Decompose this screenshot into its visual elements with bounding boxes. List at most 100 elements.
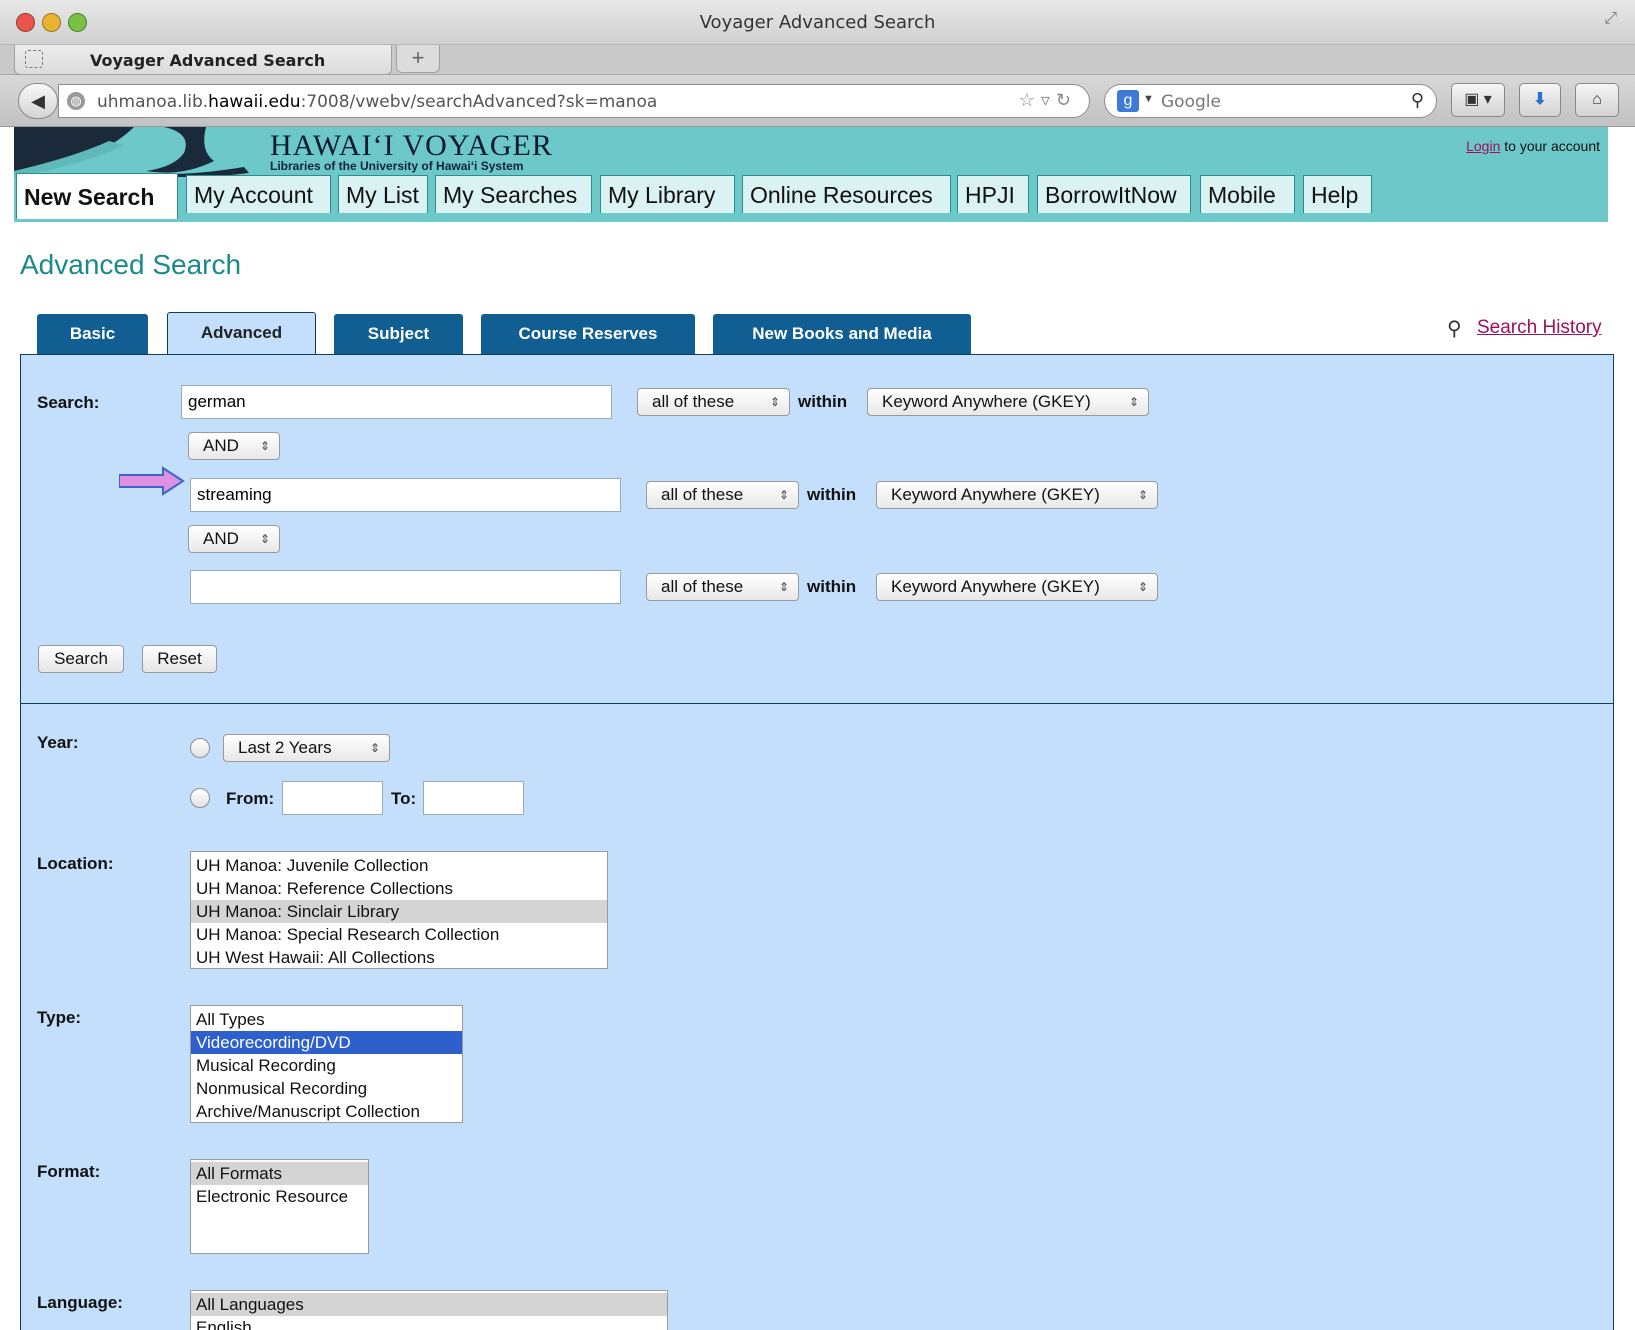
engine-dropdown-icon[interactable]: ▼ bbox=[1143, 93, 1154, 105]
list-item[interactable]: UH Manoa: Sinclair Library bbox=[191, 900, 607, 923]
year-label: Year: bbox=[37, 733, 79, 752]
search-button[interactable]: Search bbox=[38, 645, 124, 673]
tab-my-account[interactable]: My Account bbox=[186, 175, 331, 213]
type-listbox[interactable]: All Types Videorecording/DVD Musical Rec… bbox=[190, 1005, 463, 1123]
year-range-radio[interactable] bbox=[190, 788, 210, 808]
list-item[interactable]: All Formats bbox=[191, 1162, 368, 1185]
field-select-2[interactable]: Keyword Anywhere (GKEY) ⇕ bbox=[876, 481, 1158, 509]
login-suffix: to your account bbox=[1500, 138, 1600, 154]
bookmarks-icon: ▣ ▾ bbox=[1464, 91, 1492, 108]
search-history-icon[interactable]: ⚲ bbox=[1447, 316, 1462, 341]
list-item[interactable]: English bbox=[191, 1316, 667, 1330]
reload-icon[interactable]: ↻ bbox=[1056, 90, 1077, 110]
select-arrows-icon: ⇕ bbox=[1137, 580, 1148, 594]
window-title: Voyager Advanced Search bbox=[699, 12, 936, 33]
year-to-input[interactable] bbox=[423, 781, 524, 815]
tab-new-search[interactable]: New Search bbox=[16, 173, 178, 219]
match-select-3[interactable]: all of these ⇕ bbox=[646, 573, 799, 601]
header-divider bbox=[14, 219, 1608, 222]
year-preset-select[interactable]: Last 2 Years ⇕ bbox=[223, 734, 390, 762]
fullscreen-icon[interactable]: ⤢ bbox=[1604, 10, 1617, 28]
annotation-arrow-icon bbox=[119, 466, 185, 496]
field-select-1[interactable]: Keyword Anywhere (GKEY) ⇕ bbox=[867, 388, 1149, 416]
browser-tab[interactable]: Voyager Advanced Search bbox=[14, 45, 392, 75]
list-item[interactable]: UH Manoa: Special Research Collection bbox=[191, 923, 607, 946]
reset-button[interactable]: Reset bbox=[142, 645, 217, 673]
search-history-link[interactable]: Search History bbox=[1477, 317, 1602, 339]
year-to-label: To: bbox=[391, 789, 417, 808]
site-header: HAWAI‘I VOYAGER Libraries of the Univers… bbox=[14, 127, 1608, 221]
within-label-3: within bbox=[807, 577, 857, 596]
tab-borrowitnow[interactable]: BorrowItNow bbox=[1037, 175, 1191, 213]
within-label-1: within bbox=[798, 392, 848, 411]
tab-new-books-and-media[interactable]: New Books and Media bbox=[713, 314, 971, 354]
year-from-input[interactable] bbox=[282, 781, 383, 815]
list-item[interactable]: Archive/Manuscript Collection bbox=[191, 1100, 462, 1122]
select-arrows-icon: ⇕ bbox=[369, 741, 380, 755]
search-engine-bar[interactable]: g ▼ Google ⚲ bbox=[1104, 84, 1437, 118]
list-item[interactable]: UH Manoa: Juvenile Collection bbox=[191, 854, 607, 877]
page-title: Advanced Search bbox=[20, 249, 242, 280]
select-arrows-icon: ⇕ bbox=[259, 532, 270, 546]
search-engine-placeholder: Google bbox=[1161, 92, 1221, 112]
tab-advanced[interactable]: Advanced bbox=[167, 312, 316, 355]
select-arrows-icon: ⇕ bbox=[1137, 488, 1148, 502]
format-listbox[interactable]: All Formats Electronic Resource bbox=[190, 1159, 369, 1254]
new-tab-button[interactable]: + bbox=[396, 45, 440, 73]
boolean-select-1[interactable]: AND ⇕ bbox=[188, 432, 280, 460]
tab-basic[interactable]: Basic bbox=[37, 314, 148, 354]
site-subtitle: Libraries of the University of Hawai‘i S… bbox=[270, 159, 524, 173]
browser-tab-strip: Voyager Advanced Search + bbox=[0, 45, 1635, 75]
field-select-3[interactable]: Keyword Anywhere (GKEY) ⇕ bbox=[876, 573, 1158, 601]
window-titlebar: Voyager Advanced Search ⤢ bbox=[0, 0, 1635, 45]
select-arrows-icon: ⇕ bbox=[259, 439, 270, 453]
list-item[interactable]: Electronic Resource bbox=[191, 1185, 368, 1208]
google-icon[interactable]: g bbox=[1117, 90, 1139, 112]
boolean-select-2[interactable]: AND ⇕ bbox=[188, 525, 280, 553]
bookmark-star-icon[interactable]: ☆ bbox=[1019, 90, 1041, 110]
list-item[interactable]: UH Manoa: Reference Collections bbox=[191, 877, 607, 900]
search-term-input-2[interactable] bbox=[190, 478, 621, 512]
tab-online-resources[interactable]: Online Resources bbox=[742, 175, 951, 213]
browser-toolbar: ◀ ◍ uhmanoa.lib.hawaii.edu:7008/vwebv/se… bbox=[0, 75, 1635, 127]
select-arrows-icon: ⇕ bbox=[778, 580, 789, 594]
address-bar[interactable]: ◍ uhmanoa.lib.hawaii.edu:7008/vwebv/sear… bbox=[58, 84, 1090, 118]
tab-help[interactable]: Help bbox=[1303, 175, 1372, 213]
downloads-button[interactable]: ⬇ bbox=[1519, 83, 1561, 117]
tab-hpji[interactable]: HPJI bbox=[957, 175, 1029, 213]
match-select-2[interactable]: all of these ⇕ bbox=[646, 481, 799, 509]
list-item[interactable]: Musical Recording bbox=[191, 1054, 462, 1077]
list-item[interactable]: Videorecording/DVD bbox=[191, 1031, 462, 1054]
bookmarks-button[interactable]: ▣ ▾ bbox=[1451, 83, 1505, 117]
list-item[interactable]: All Languages bbox=[191, 1293, 667, 1316]
list-item[interactable]: Nonmusical Recording bbox=[191, 1077, 462, 1100]
tab-mobile[interactable]: Mobile bbox=[1200, 175, 1295, 213]
voyager-logo-art bbox=[14, 127, 249, 177]
tab-my-library[interactable]: My Library bbox=[600, 175, 735, 213]
url-text: uhmanoa.lib.hawaii.edu:7008/vwebv/search… bbox=[97, 92, 658, 112]
within-label-2: within bbox=[807, 485, 857, 504]
search-term-input-1[interactable] bbox=[181, 385, 612, 419]
tab-subject[interactable]: Subject bbox=[334, 314, 463, 354]
search-term-input-3[interactable] bbox=[190, 570, 621, 604]
location-listbox[interactable]: UH Manoa: Juvenile Collection UH Manoa: … bbox=[190, 851, 608, 969]
home-icon: ⌂ bbox=[1592, 91, 1602, 108]
download-arrow-icon: ⬇ bbox=[1533, 91, 1547, 108]
tab-course-reserves[interactable]: Course Reserves bbox=[481, 314, 695, 354]
search-icon[interactable]: ⚲ bbox=[1411, 90, 1424, 111]
year-preset-radio[interactable] bbox=[190, 738, 210, 758]
search-label: Search: bbox=[37, 393, 100, 412]
list-item[interactable]: All Types bbox=[191, 1008, 462, 1031]
login-link[interactable]: Login bbox=[1466, 138, 1500, 154]
back-button[interactable]: ◀ bbox=[18, 83, 58, 119]
tab-my-list[interactable]: My List bbox=[338, 175, 428, 213]
match-select-1[interactable]: all of these ⇕ bbox=[637, 388, 790, 416]
back-arrow-icon: ◀ bbox=[31, 91, 45, 111]
history-dropdown-icon[interactable]: ▿ bbox=[1041, 90, 1056, 110]
language-listbox[interactable]: All Languages English bbox=[190, 1290, 668, 1330]
home-button[interactable]: ⌂ bbox=[1575, 83, 1619, 117]
tab-my-searches[interactable]: My Searches bbox=[435, 175, 592, 213]
list-item[interactable]: UH West Hawaii: All Collections bbox=[191, 946, 607, 968]
globe-icon: ◍ bbox=[67, 92, 85, 110]
year-from-label: From: bbox=[226, 789, 275, 808]
